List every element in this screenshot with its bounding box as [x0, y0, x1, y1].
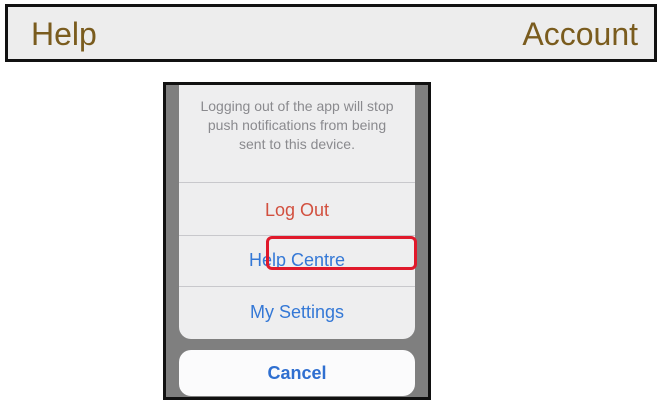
help-tab[interactable]: Help — [31, 14, 97, 54]
action-sheet-group: Logging out of the app will stop push no… — [179, 85, 415, 339]
logout-warning-message: Logging out of the app will stop push no… — [200, 98, 394, 152]
divider — [179, 182, 415, 183]
top-navigation-bar: Help Account — [5, 4, 657, 62]
my-settings-button[interactable]: My Settings — [179, 287, 415, 337]
cancel-button[interactable]: Cancel — [179, 350, 415, 396]
action-sheet-screenshot: Logging out of the app will stop push no… — [163, 82, 431, 400]
help-centre-highlight — [266, 236, 417, 270]
account-tab[interactable]: Account — [522, 14, 638, 54]
log-out-button[interactable]: Log Out — [179, 185, 415, 235]
